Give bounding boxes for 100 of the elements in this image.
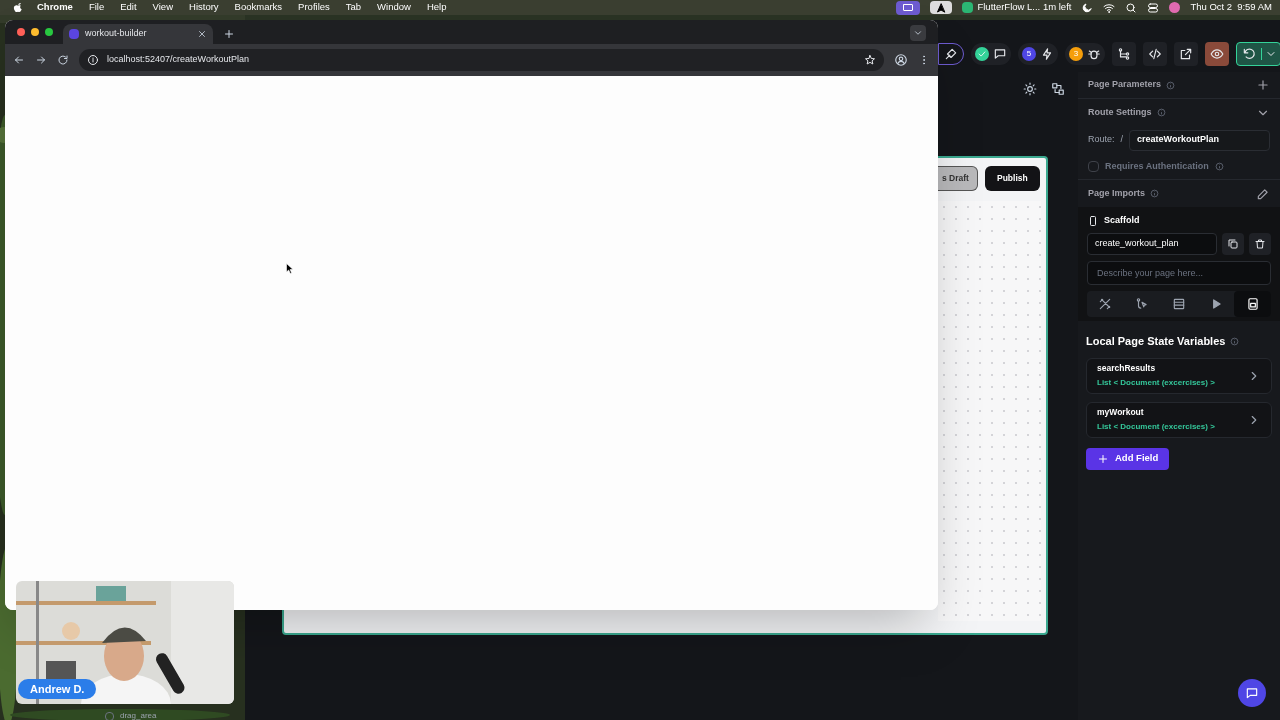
brush-icon[interactable] [944, 47, 958, 61]
menu-item[interactable]: Tab [345, 0, 362, 15]
route-field[interactable]: createWorkoutPlan [1129, 129, 1270, 151]
variable-name: searchResults [1097, 361, 1157, 375]
eye-icon[interactable] [1210, 47, 1224, 61]
auth-checkbox[interactable] [1088, 161, 1099, 172]
moon-icon[interactable] [1081, 1, 1094, 14]
date-text[interactable]: Thu Oct 2 [1190, 0, 1233, 15]
menu-item[interactable]: File [88, 0, 105, 15]
plus-icon[interactable] [1256, 78, 1270, 92]
section-title: Route Settings [1088, 105, 1152, 119]
menu-item[interactable]: Chrome [37, 0, 73, 15]
publish-button[interactable]: Publish [985, 166, 1040, 191]
branch-icon[interactable] [1117, 47, 1131, 61]
checkbox[interactable] [105, 711, 114, 720]
toolbar-button[interactable]: 5 [1018, 43, 1058, 65]
toolbar-button[interactable] [1174, 42, 1198, 66]
mouse-cursor-icon [286, 263, 294, 274]
menu-item[interactable]: View [152, 0, 173, 15]
plus-icon[interactable] [1097, 452, 1109, 465]
display-icon[interactable] [902, 1, 915, 14]
chat-icon[interactable] [993, 47, 1007, 61]
external-link-icon[interactable] [1179, 47, 1193, 61]
info-icon[interactable] [1166, 80, 1176, 90]
chat-icon[interactable] [1245, 686, 1259, 700]
pointer-icon[interactable] [1135, 297, 1150, 311]
tab-title: workout-builder [85, 27, 147, 41]
site-icon [69, 29, 79, 39]
tools-icon[interactable] [1098, 297, 1113, 311]
minimize-window-button[interactable] [31, 28, 39, 36]
state-variable-card[interactable]: myWorkout List < Document (excercises) > [1086, 401, 1272, 438]
copy-button[interactable] [1222, 233, 1244, 255]
close-window-button[interactable] [17, 28, 25, 36]
menu-item[interactable]: History [189, 0, 219, 15]
reload-icon[interactable] [57, 54, 69, 66]
code-icon[interactable] [1148, 47, 1162, 61]
undo-icon[interactable] [1242, 47, 1256, 61]
variable-type: List < Document (excercises) > [1097, 377, 1215, 390]
toolbar-button[interactable] [1143, 42, 1167, 66]
route-slash: / [1120, 133, 1124, 147]
siri-icon[interactable] [1169, 2, 1181, 13]
state-variable-card[interactable]: searchResults List < Document (excercises) > [1086, 357, 1272, 394]
screen-share-icon[interactable] [896, 0, 921, 15]
profile-icon[interactable] [894, 53, 908, 67]
arrow-up-icon[interactable] [935, 1, 948, 14]
phone-icon[interactable] [1087, 215, 1099, 227]
menu-item[interactable]: Help [426, 0, 447, 15]
checkbox-label: Requires Authentication [1105, 159, 1209, 173]
variable-name: myWorkout [1097, 405, 1145, 419]
variable-type: List < Document (excercises) > [1097, 421, 1215, 434]
sun-icon[interactable] [1023, 82, 1037, 96]
info-icon[interactable] [1214, 162, 1224, 171]
menu-item[interactable]: Edit [120, 0, 137, 15]
close-icon[interactable] [197, 29, 207, 39]
wifi-icon[interactable] [1103, 1, 1116, 14]
tool-tab[interactable] [1234, 291, 1271, 317]
preview-button[interactable] [1205, 42, 1229, 66]
search-icon[interactable] [1125, 1, 1138, 14]
site-info-icon[interactable] [87, 54, 99, 66]
toolbar-button[interactable] [1112, 42, 1136, 66]
layout-icon[interactable] [1051, 82, 1065, 96]
list-icon[interactable] [1172, 297, 1186, 311]
menu-item[interactable]: Window [377, 0, 411, 15]
url-text: localhost:52407/createWorkoutPlan [107, 53, 249, 67]
delete-button[interactable] [1249, 233, 1271, 255]
new-tab-icon[interactable] [223, 28, 235, 40]
page-name-field[interactable]: create_workout_plan [1087, 233, 1217, 255]
info-icon[interactable] [1156, 108, 1166, 117]
count-badge: 3 [1069, 47, 1083, 61]
toolbar-button[interactable] [971, 43, 1011, 65]
info-icon[interactable] [1150, 189, 1159, 198]
undo-button[interactable] [1236, 42, 1280, 66]
name-badge: Andrew D. [18, 679, 97, 699]
route-label: Route: [1088, 133, 1115, 147]
section-title: Page Parameters [1088, 78, 1162, 92]
section-title: Page Imports [1088, 186, 1145, 200]
apple-logo-icon[interactable] [13, 2, 23, 13]
copy-icon[interactable] [1227, 238, 1239, 250]
menu-item[interactable]: Profiles [298, 0, 330, 15]
bug-icon[interactable] [1087, 47, 1101, 61]
star-icon[interactable] [864, 54, 876, 66]
add-field-button[interactable]: Add Field [1086, 447, 1170, 470]
arrow-app-icon[interactable] [930, 1, 953, 14]
description-field[interactable]: Describe your page here... [1087, 261, 1271, 285]
control-center-icon[interactable] [1147, 1, 1160, 14]
maximize-window-button[interactable] [45, 28, 53, 36]
draft-button[interactable]: s Draft [938, 166, 978, 191]
document-icon[interactable] [1245, 297, 1260, 311]
trash-icon[interactable] [1254, 238, 1266, 250]
layer-label: drag_area [120, 710, 157, 720]
info-icon[interactable] [1230, 336, 1240, 346]
browser-tab[interactable]: workout-builder [63, 24, 213, 44]
clock-text[interactable]: 9:59 AM [1237, 0, 1272, 15]
pencil-icon[interactable] [1256, 186, 1270, 201]
status-text[interactable]: FlutterFlow L... 1m left [977, 0, 1072, 15]
back-icon[interactable] [13, 54, 25, 66]
lightning-icon[interactable] [1040, 47, 1054, 61]
address-bar[interactable]: localhost:52407/createWorkoutPlan [79, 49, 884, 71]
forward-icon[interactable] [35, 54, 47, 66]
menu-item[interactable]: Bookmarks [234, 0, 283, 15]
